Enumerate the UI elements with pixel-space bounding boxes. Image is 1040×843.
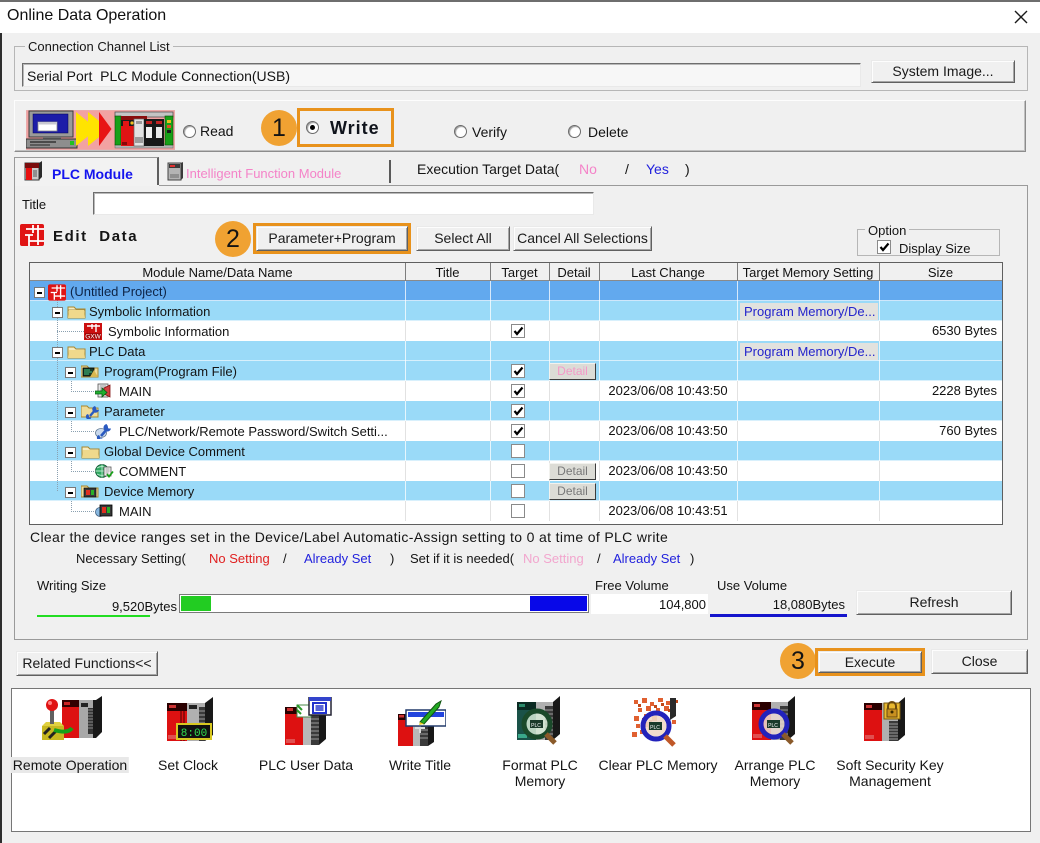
svg-text:GXW: GXW bbox=[85, 334, 101, 341]
svg-text:8:00: 8:00 bbox=[181, 728, 207, 740]
svg-text:PLC: PLC bbox=[531, 723, 541, 729]
svg-text:PLC: PLC bbox=[650, 725, 660, 731]
svg-text:PLC: PLC bbox=[768, 723, 778, 729]
